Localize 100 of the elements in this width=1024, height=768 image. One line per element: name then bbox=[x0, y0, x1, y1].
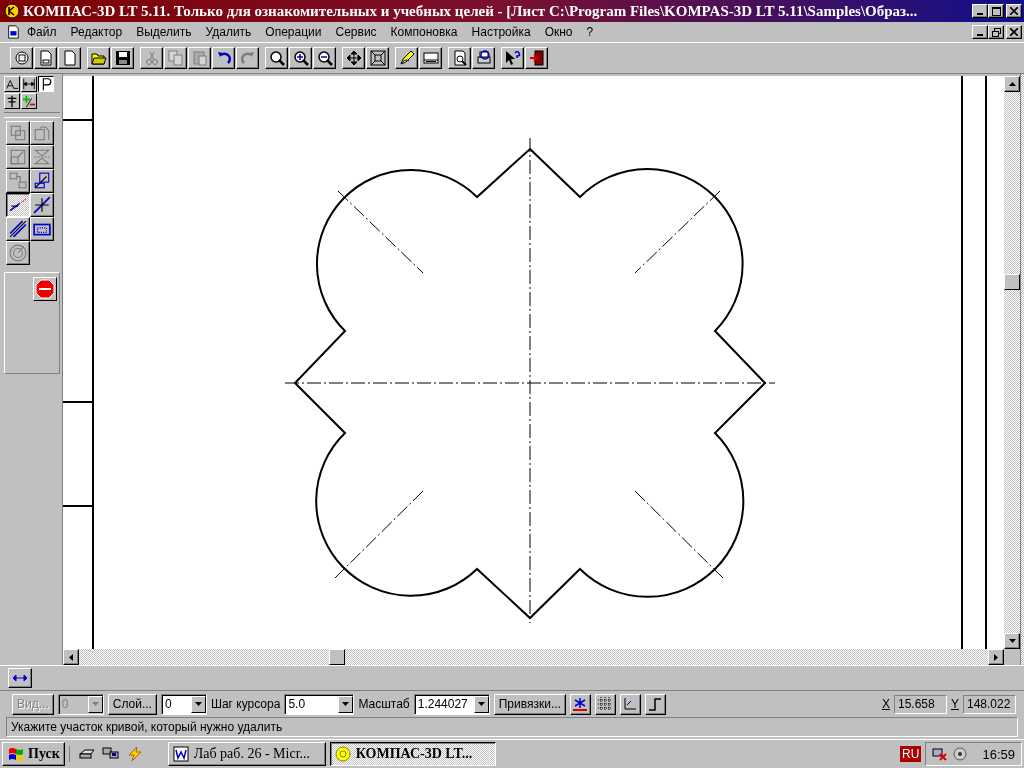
dashed-rect-tool[interactable] bbox=[30, 217, 54, 241]
network-disconnected-icon[interactable] bbox=[932, 746, 949, 762]
cube-button[interactable] bbox=[10, 47, 33, 69]
paragraph-tab[interactable] bbox=[38, 76, 54, 92]
undo-button[interactable] bbox=[212, 47, 235, 69]
menu-item[interactable]: Сервис bbox=[328, 25, 384, 39]
scissors-icon bbox=[143, 50, 160, 66]
open-folder-button[interactable] bbox=[87, 47, 110, 69]
task-button[interactable]: КОМПАС-3D LT... bbox=[329, 742, 496, 766]
scroll-thumb[interactable] bbox=[1004, 274, 1020, 290]
save-button[interactable] bbox=[111, 47, 134, 69]
printer-button[interactable] bbox=[472, 47, 495, 69]
restore-button[interactable] bbox=[988, 25, 1004, 39]
parallel-lines-tool[interactable] bbox=[6, 217, 30, 241]
blank-page-button[interactable] bbox=[58, 47, 81, 69]
new-sheet-button[interactable] bbox=[34, 47, 57, 69]
menu-item[interactable]: ? bbox=[579, 25, 601, 39]
scroll-down-button[interactable] bbox=[1004, 633, 1020, 649]
language-indicator[interactable]: RU bbox=[900, 746, 922, 762]
panel-button[interactable] bbox=[419, 47, 442, 69]
step-line-icon bbox=[647, 696, 664, 712]
network-computers-icon[interactable] bbox=[101, 746, 120, 762]
copy-icon bbox=[167, 50, 184, 66]
trim-curve-icon bbox=[9, 196, 27, 214]
minimize-button[interactable] bbox=[972, 4, 988, 18]
stop-button[interactable] bbox=[33, 277, 57, 301]
move-arrows-button[interactable] bbox=[342, 47, 365, 69]
scroll-right-button[interactable] bbox=[988, 649, 1004, 665]
menu-item[interactable]: Окно bbox=[537, 25, 580, 39]
symbol-icon bbox=[5, 94, 19, 108]
coordinate-axes-button[interactable] bbox=[619, 693, 641, 715]
scroll-up-button[interactable] bbox=[1004, 76, 1020, 92]
plus-minus-icon bbox=[22, 94, 36, 108]
scroll-left-button[interactable] bbox=[63, 649, 79, 665]
menu-item[interactable]: Компоновка bbox=[383, 25, 465, 39]
dimension-tab[interactable] bbox=[21, 76, 37, 92]
text-dim-tab[interactable] bbox=[4, 76, 20, 92]
menu-item[interactable]: Редактор bbox=[63, 25, 130, 39]
up-arrow-icon bbox=[1008, 82, 1016, 86]
printer-icon bbox=[475, 50, 492, 66]
clock: 16:59 bbox=[982, 746, 1015, 762]
cursor-step-dropdown[interactable]: 5.0 bbox=[284, 693, 355, 715]
speaker-icon[interactable] bbox=[952, 746, 969, 762]
break-curve-tool[interactable] bbox=[30, 193, 54, 217]
close-button[interactable] bbox=[1006, 4, 1022, 18]
dimension-button[interactable] bbox=[8, 668, 32, 688]
spiral-icon bbox=[9, 244, 27, 262]
snap-settings-button[interactable] bbox=[569, 693, 591, 715]
grid-icon bbox=[597, 696, 614, 712]
grid-button[interactable] bbox=[594, 693, 616, 715]
ortho-mode-button[interactable] bbox=[644, 693, 666, 715]
maximize-button[interactable] bbox=[988, 4, 1004, 18]
windows-flag-icon bbox=[7, 746, 25, 762]
blank-page-icon bbox=[61, 50, 78, 66]
shift-shape-tool[interactable] bbox=[30, 169, 54, 193]
move-arrows-icon bbox=[345, 50, 362, 66]
x-coordinate-field[interactable]: 15.658 bbox=[894, 694, 947, 714]
start-button[interactable]: Пуск bbox=[2, 742, 65, 766]
menu-item[interactable]: Файл bbox=[20, 25, 64, 39]
trim-curve-tool[interactable] bbox=[6, 193, 30, 217]
document-w-icon bbox=[172, 746, 189, 762]
help-cursor-icon bbox=[504, 50, 521, 66]
pencil-button[interactable] bbox=[395, 47, 418, 69]
snaps-button[interactable]: Привязки... bbox=[493, 693, 566, 715]
magnifier-button[interactable] bbox=[265, 47, 288, 69]
exit-door-button[interactable] bbox=[525, 47, 548, 69]
rotate-shapes-icon bbox=[33, 124, 51, 142]
symbol-tab[interactable] bbox=[4, 93, 20, 109]
menu-item[interactable]: Удалить bbox=[198, 25, 259, 39]
redo-icon bbox=[239, 50, 256, 66]
minimize-button[interactable] bbox=[972, 25, 988, 39]
menu-item[interactable]: Настройка bbox=[464, 25, 538, 39]
zoom-out-button[interactable] bbox=[313, 47, 336, 69]
task-button[interactable]: Лаб раб. 26 - Micr... bbox=[167, 742, 326, 766]
help-cursor-button[interactable] bbox=[501, 47, 524, 69]
menu-item[interactable]: Операции bbox=[258, 25, 329, 39]
print-preview-button[interactable] bbox=[448, 47, 471, 69]
plus-minus-tab[interactable] bbox=[21, 93, 37, 109]
disk-drive-icon[interactable] bbox=[77, 746, 96, 762]
vertical-scrollbar[interactable] bbox=[1004, 76, 1020, 649]
close-button[interactable] bbox=[1006, 25, 1022, 39]
zoom-in-icon bbox=[292, 50, 309, 66]
x-label: X bbox=[881, 697, 890, 711]
scroll-thumb[interactable] bbox=[329, 649, 345, 665]
layer-dropdown[interactable]: 0 bbox=[160, 693, 207, 715]
maximize-icon bbox=[991, 6, 1001, 16]
magnifier-icon bbox=[268, 50, 285, 66]
pencil-icon bbox=[398, 50, 415, 66]
new-sheet-icon bbox=[37, 50, 54, 66]
menu-item[interactable]: Выделить bbox=[129, 25, 199, 39]
stop-sign-icon bbox=[35, 279, 55, 299]
scale-dropdown[interactable]: 1.244027 bbox=[413, 693, 490, 715]
y-label: Y bbox=[951, 697, 959, 711]
zoom-in-button[interactable] bbox=[289, 47, 312, 69]
text-dim-icon bbox=[5, 77, 19, 91]
y-coordinate-field[interactable]: 148.022 bbox=[963, 694, 1016, 714]
layer-button[interactable]: Слой... bbox=[107, 693, 157, 715]
restore-icon bbox=[991, 27, 1001, 37]
dimension-icon bbox=[22, 77, 36, 91]
fit-frame-button[interactable] bbox=[366, 47, 389, 69]
